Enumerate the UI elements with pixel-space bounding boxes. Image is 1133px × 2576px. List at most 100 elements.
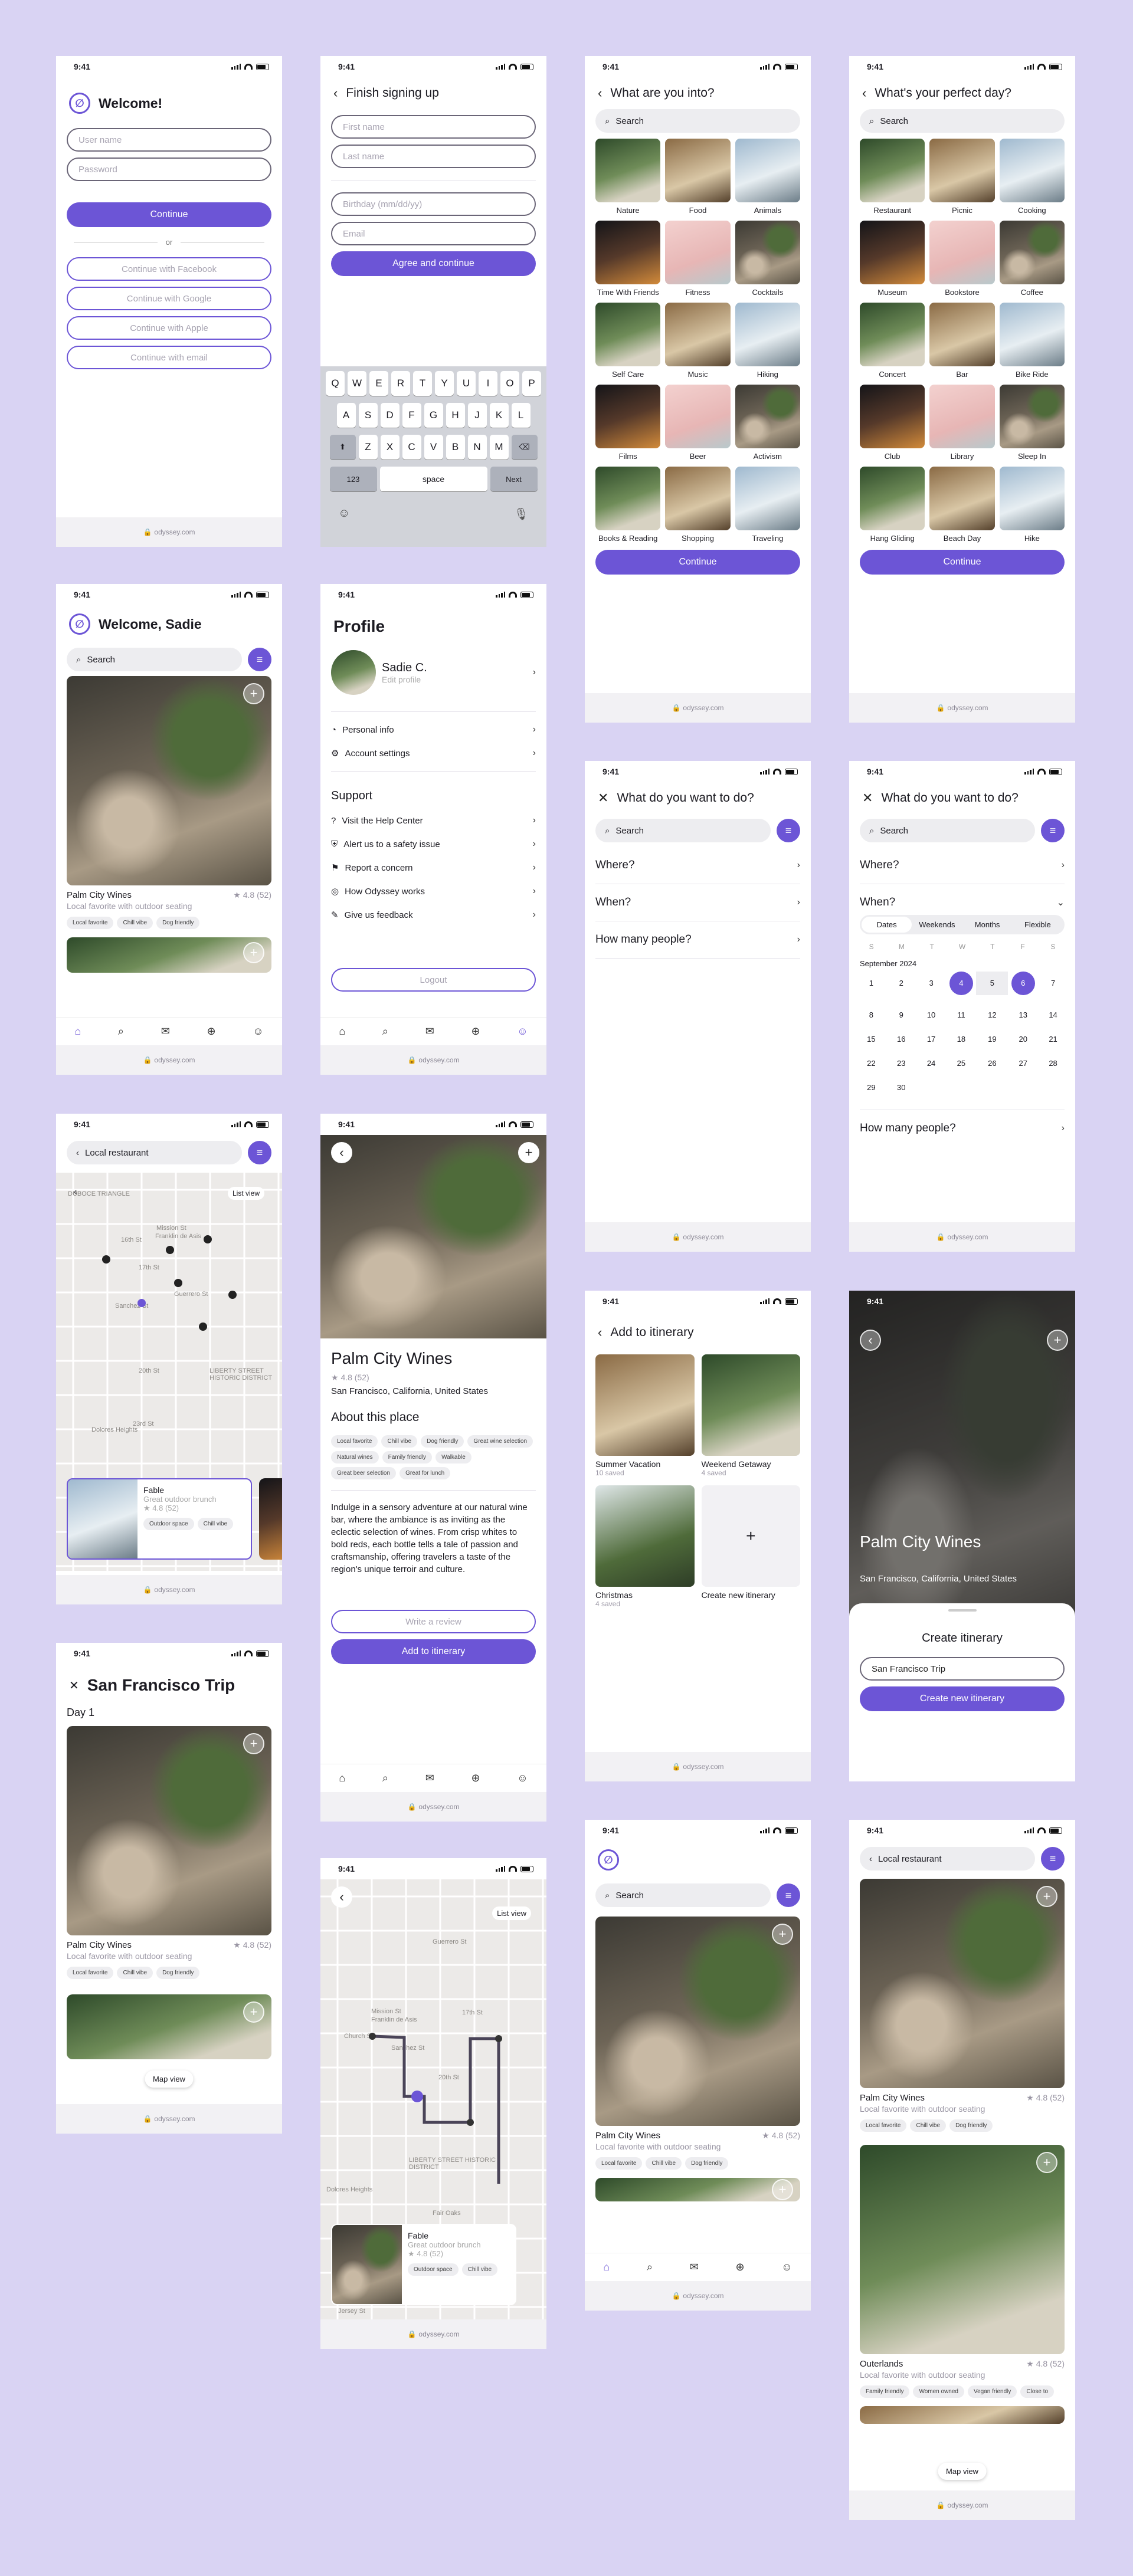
numbers-key[interactable]: 123 xyxy=(329,467,377,491)
username-field[interactable]: User name xyxy=(67,128,271,152)
email-button[interactable]: Continue with email xyxy=(67,346,271,369)
first-name-field[interactable]: First name xyxy=(331,115,536,139)
calendar-day[interactable]: 17 xyxy=(916,1035,947,1043)
key-g[interactable]: G xyxy=(424,403,443,428)
profile-tab-icon[interactable]: ☺ xyxy=(781,2261,792,2273)
shift-key-icon[interactable]: ⬆ xyxy=(329,435,356,460)
how-it-works-row[interactable]: ◎ How Odyssey works › xyxy=(320,880,546,903)
key-p[interactable]: P xyxy=(522,371,541,396)
place-photo[interactable]: + xyxy=(595,1917,800,2126)
calendar-day[interactable]: 15 xyxy=(856,1035,886,1043)
next-place-photo[interactable] xyxy=(860,2406,1065,2424)
category-tile[interactable]: Sleep In xyxy=(999,385,1065,461)
category-tile[interactable]: Self Care xyxy=(595,303,661,379)
map-pin[interactable] xyxy=(204,1235,212,1243)
calendar-day[interactable]: 29 xyxy=(856,1083,886,1092)
search-tab-icon[interactable]: ⌕ xyxy=(647,2261,653,2273)
back-arrow-icon[interactable]: ‹ xyxy=(598,1325,602,1340)
calendar-day[interactable]: 4 xyxy=(946,972,976,995)
calendar-day[interactable]: 1 xyxy=(856,979,886,995)
mail-tab-icon[interactable]: ✉ xyxy=(425,1772,434,1784)
place-photo[interactable]: + xyxy=(67,676,271,885)
add-tab-icon[interactable]: ⊕ xyxy=(735,2261,744,2273)
back-arrow-icon[interactable]: ‹ xyxy=(74,1187,77,1197)
key-x[interactable]: X xyxy=(380,435,400,460)
account-settings-row[interactable]: ⚙ Account settings › xyxy=(320,741,546,765)
key-b[interactable]: B xyxy=(446,435,465,460)
category-tile[interactable]: Time With Friends xyxy=(595,221,661,297)
calendar-day[interactable]: 3 xyxy=(916,979,947,995)
category-tile[interactable]: Picnic xyxy=(929,139,995,215)
map-pin[interactable] xyxy=(199,1323,207,1331)
email-field[interactable]: Email xyxy=(331,222,536,245)
selected-map-pin[interactable] xyxy=(137,1299,146,1307)
category-tile[interactable]: Food xyxy=(665,139,731,215)
emoji-icon[interactable]: ☺ xyxy=(338,507,350,521)
next-place-photo[interactable]: + xyxy=(595,2178,800,2201)
search-input[interactable]: ⌕ Search xyxy=(67,648,242,671)
key-w[interactable]: W xyxy=(348,371,366,396)
sheet-handle[interactable] xyxy=(948,1609,977,1612)
category-tile[interactable]: Fitness xyxy=(665,221,731,297)
tab-months[interactable]: Months xyxy=(962,917,1013,933)
space-key[interactable]: space xyxy=(379,467,487,491)
back-arrow-icon[interactable]: ‹ xyxy=(862,86,866,101)
key-v[interactable]: V xyxy=(424,435,443,460)
where-row[interactable]: Where? › xyxy=(860,847,1065,884)
key-s[interactable]: S xyxy=(358,403,378,428)
calendar-day[interactable]: 12 xyxy=(976,1010,1008,1019)
next-place-photo[interactable]: + xyxy=(67,937,271,973)
itinerary-card[interactable]: Summer Vacation 10 saved xyxy=(595,1354,695,1477)
people-row[interactable]: How many people? › xyxy=(860,1110,1065,1147)
add-plus-icon[interactable]: + xyxy=(243,942,264,963)
category-tile[interactable]: Cooking xyxy=(999,139,1065,215)
filter-button[interactable]: ≡ xyxy=(777,819,800,842)
close-icon[interactable]: ✕ xyxy=(598,790,608,806)
search-tab-icon[interactable]: ⌕ xyxy=(382,1025,388,1038)
add-plus-icon[interactable]: + xyxy=(243,683,264,704)
search-input[interactable]: ⌕ Search xyxy=(595,819,771,842)
calendar-day[interactable]: 14 xyxy=(1038,1010,1068,1019)
when-row[interactable]: When? › xyxy=(595,884,800,921)
category-tile[interactable]: Activism xyxy=(735,385,800,461)
list-view-button[interactable]: List view xyxy=(227,1187,264,1200)
search-tab-icon[interactable]: ⌕ xyxy=(118,1025,124,1038)
filter-button[interactable]: ≡ xyxy=(248,1141,271,1164)
key-r[interactable]: R xyxy=(391,371,410,396)
calendar-day[interactable]: 30 xyxy=(886,1083,916,1092)
tab-dates[interactable]: Dates xyxy=(862,917,912,933)
category-tile[interactable]: Music xyxy=(665,303,731,379)
mail-tab-icon[interactable]: ✉ xyxy=(161,1025,170,1038)
profile-tab-icon[interactable]: ☺ xyxy=(517,1772,528,1784)
facebook-button[interactable]: Continue with Facebook xyxy=(67,257,271,281)
mail-tab-icon[interactable]: ✉ xyxy=(425,1025,434,1038)
calendar-day[interactable]: 22 xyxy=(856,1059,886,1068)
back-arrow-icon[interactable]: ‹ xyxy=(598,86,602,101)
place-card[interactable]: Fable Great outdoor brunch ★ 4.8 (52) Ou… xyxy=(67,1478,252,1560)
category-tile[interactable]: Hike xyxy=(999,467,1065,543)
search-input[interactable]: ⌕ Search xyxy=(595,1883,771,1907)
category-tile[interactable]: Hang Gliding xyxy=(860,467,925,543)
category-tile[interactable]: Books & Reading xyxy=(595,467,661,543)
key-n[interactable]: N xyxy=(467,435,487,460)
home-tab-icon[interactable]: ⌂ xyxy=(74,1025,81,1038)
calendar-day[interactable]: 11 xyxy=(946,1010,976,1019)
calendar-day[interactable]: 5 xyxy=(976,972,1008,995)
tab-flexible[interactable]: Flexible xyxy=(1013,917,1063,933)
category-tile[interactable]: Hiking xyxy=(735,303,800,379)
category-tile[interactable]: Restaurant xyxy=(860,139,925,215)
filter-button[interactable]: ≡ xyxy=(248,648,271,671)
calendar-day[interactable]: 21 xyxy=(1038,1035,1068,1043)
key-j[interactable]: J xyxy=(467,403,487,428)
key-k[interactable]: K xyxy=(489,403,509,428)
key-q[interactable]: Q xyxy=(326,371,345,396)
search-tab-icon[interactable]: ⌕ xyxy=(382,1772,388,1784)
place-photo[interactable]: + xyxy=(860,2145,1065,2354)
search-input[interactable]: ⌕ Search xyxy=(595,109,800,133)
category-tile[interactable]: Beer xyxy=(665,385,731,461)
search-input[interactable]: ⌕ Search xyxy=(860,819,1035,842)
key-z[interactable]: Z xyxy=(358,435,378,460)
search-input[interactable]: ‹ Local restaurant xyxy=(67,1141,242,1164)
category-tile[interactable]: Bookstore xyxy=(929,221,995,297)
help-center-row[interactable]: ? Visit the Help Center › xyxy=(320,809,546,832)
